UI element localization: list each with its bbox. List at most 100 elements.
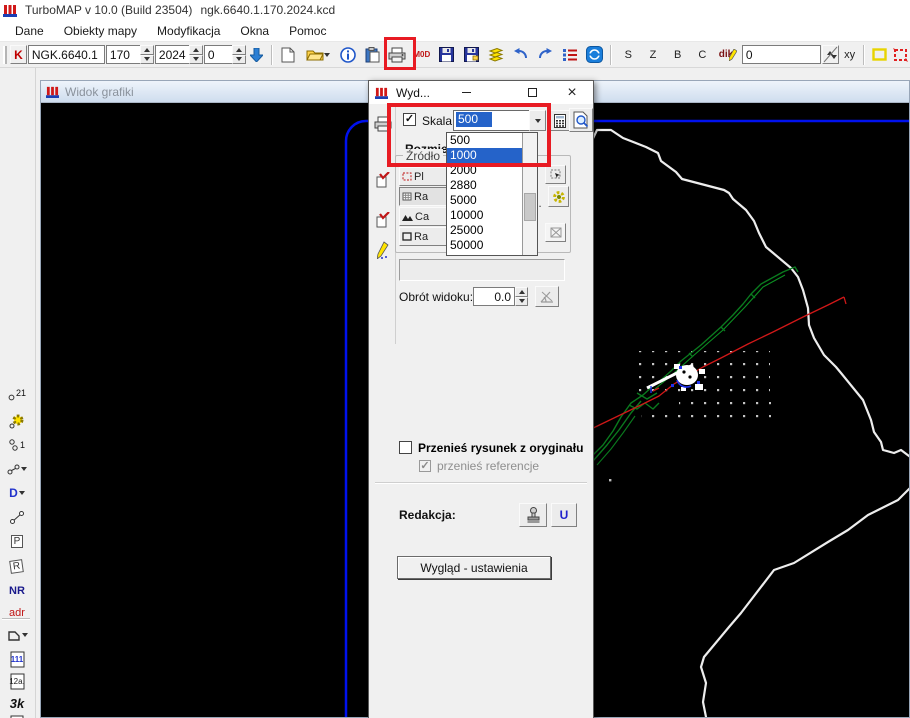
diagonal-spinner[interactable] (822, 45, 839, 64)
edit-pencil-icon[interactable] (372, 239, 394, 261)
spin-down[interactable] (189, 55, 203, 65)
przenies-referencje-checkbox[interactable]: ✓ (419, 460, 431, 472)
source-pl-button[interactable]: Pl (399, 167, 447, 186)
skala-option[interactable]: 2000 (447, 163, 522, 178)
select-area-button[interactable] (545, 165, 566, 184)
skala-option[interactable]: 500 (447, 133, 522, 148)
source-ra-button[interactable]: Ra (399, 187, 447, 206)
nr-tool[interactable]: NR (1, 580, 33, 602)
new-document-button[interactable] (277, 43, 301, 67)
menu-modyfikacja[interactable]: Modyfikacja (148, 22, 229, 40)
rotation-spinner[interactable]: 0.0 (473, 287, 528, 306)
minimize-button[interactable] (451, 81, 481, 104)
save-as-button[interactable] (459, 43, 483, 67)
przenies-rysunek-checkbox[interactable] (399, 441, 412, 454)
source-ca-button[interactable]: Ca (399, 207, 447, 226)
xy-coordinates-button[interactable]: xy (840, 45, 860, 65)
angle-value-input[interactable]: 0 (742, 45, 821, 64)
redo-button[interactable] (533, 43, 557, 67)
print-preview-button[interactable] (569, 108, 593, 132)
remote-support-button[interactable] (583, 43, 607, 67)
rotate-by-angle-button-disabled[interactable] (535, 286, 559, 307)
z-mode-button[interactable]: Z (641, 45, 665, 65)
skala-option[interactable]: 10000 (447, 208, 522, 223)
skala-option[interactable]: 25000 (447, 223, 522, 238)
close-button[interactable]: × (557, 81, 587, 104)
skala-dropdown-list: 500 1000 2000 2880 5000 10000 25000 5000… (446, 132, 538, 256)
document-lines-tool[interactable] (1, 712, 33, 718)
measure-line-tool[interactable] (1, 506, 33, 528)
paste-map-button[interactable] (361, 43, 385, 67)
wyglad-ustawienia-button[interactable]: Wygląd - ustawienia (397, 556, 551, 579)
skala-option[interactable]: 5000 (447, 193, 522, 208)
checklist-icon[interactable] (372, 209, 394, 231)
maximize-button[interactable] (517, 81, 547, 104)
skala-checkbox[interactable]: ✓ (403, 113, 416, 126)
menu-pomoc[interactable]: Pomoc (280, 22, 335, 40)
print-dialog-title: Wyd... (396, 86, 430, 100)
skala-combobox[interactable]: 500 (453, 110, 546, 131)
sheet-12a-tool[interactable]: 12a. (1, 670, 33, 692)
region-label-tool[interactable]: R (1, 555, 33, 577)
app-titlebar: TurboMAP v 10.0 (Build 23504) ngk.6640.1… (0, 0, 910, 20)
scrollbar-thumb[interactable] (524, 193, 536, 221)
3k-tool[interactable]: 3k (1, 692, 33, 714)
address-tool[interactable]: adr (1, 602, 33, 624)
settings-gear-button[interactable] (548, 186, 569, 207)
points-menu-tool[interactable] (1, 458, 33, 480)
skala-option-highlighted[interactable]: 1000 (447, 148, 522, 163)
open-file-dropdown[interactable] (324, 53, 330, 57)
stamp-button[interactable] (519, 503, 547, 527)
spin-up[interactable] (189, 45, 203, 55)
undo-button[interactable] (509, 43, 533, 67)
drawing-tools-sidebar: 21 1 D P R NR adr (0, 68, 36, 718)
d-menu-tool[interactable]: D (1, 482, 33, 504)
menu-dane[interactable]: Dane (6, 22, 53, 40)
print-button[interactable] (385, 43, 409, 67)
spin-up[interactable] (232, 45, 246, 55)
spin-down[interactable] (515, 297, 528, 307)
s-mode-button[interactable]: S (616, 45, 640, 65)
open-file-button[interactable] (301, 43, 335, 67)
point-settings-tool[interactable] (1, 410, 33, 432)
attribute-list-button[interactable] (558, 43, 582, 67)
calculator-button[interactable] (550, 110, 570, 131)
info-button[interactable] (336, 43, 360, 67)
skala-option[interactable]: 2880 (447, 178, 522, 193)
toolbar-grip[interactable] (3, 46, 7, 64)
checklist-icon[interactable] (372, 169, 394, 191)
spin-up[interactable] (515, 287, 528, 297)
yellow-frame-tool-button[interactable] (869, 43, 889, 67)
b-mode-button[interactable]: B (666, 45, 690, 65)
print-dialog-body: ✓ Skala 500 Rozmie Źródło Pl (369, 104, 593, 718)
point-number-tool[interactable]: 21 (1, 386, 33, 408)
point-height-tool[interactable]: 1 (1, 434, 33, 456)
index-spinner[interactable]: 0 (204, 45, 246, 64)
skala-option[interactable]: 50000 (447, 238, 522, 253)
c-mode-button[interactable]: C (691, 45, 715, 65)
skala-dropdown-button[interactable] (529, 110, 546, 131)
dik-edit-button[interactable]: dik (715, 43, 741, 67)
red-selection-tool-button[interactable] (890, 43, 910, 67)
printer-icon[interactable] (372, 113, 394, 135)
spin-up[interactable] (140, 45, 154, 55)
source-ramka-button[interactable]: Ra (399, 227, 447, 246)
sheet-111-tool[interactable]: 111 (1, 648, 33, 670)
menu-obiekty-mapy[interactable]: Obiekty mapy (55, 22, 146, 40)
mod-tool-button[interactable]: M0D (410, 43, 434, 67)
layers-button[interactable] (484, 43, 508, 67)
year-spinner[interactable]: 2024 (155, 45, 203, 64)
parcel-label-tool[interactable]: P (1, 530, 33, 552)
spin-down[interactable] (140, 55, 154, 65)
k-button[interactable]: K (10, 45, 27, 64)
spin-down[interactable] (232, 55, 246, 65)
save-button[interactable] (435, 43, 459, 67)
polygon-menu-tool[interactable] (1, 624, 33, 646)
sheet-reference-input[interactable]: NGK.6640.1 (28, 45, 105, 64)
menu-okna[interactable]: Okna (231, 22, 278, 40)
u-button[interactable]: U (551, 503, 577, 527)
sheet-number-spinner[interactable]: 170 (106, 45, 154, 64)
clear-frame-button[interactable] (545, 223, 566, 242)
dropdown-scrollbar[interactable] (522, 133, 537, 255)
go-down-arrow-button[interactable] (247, 43, 267, 67)
